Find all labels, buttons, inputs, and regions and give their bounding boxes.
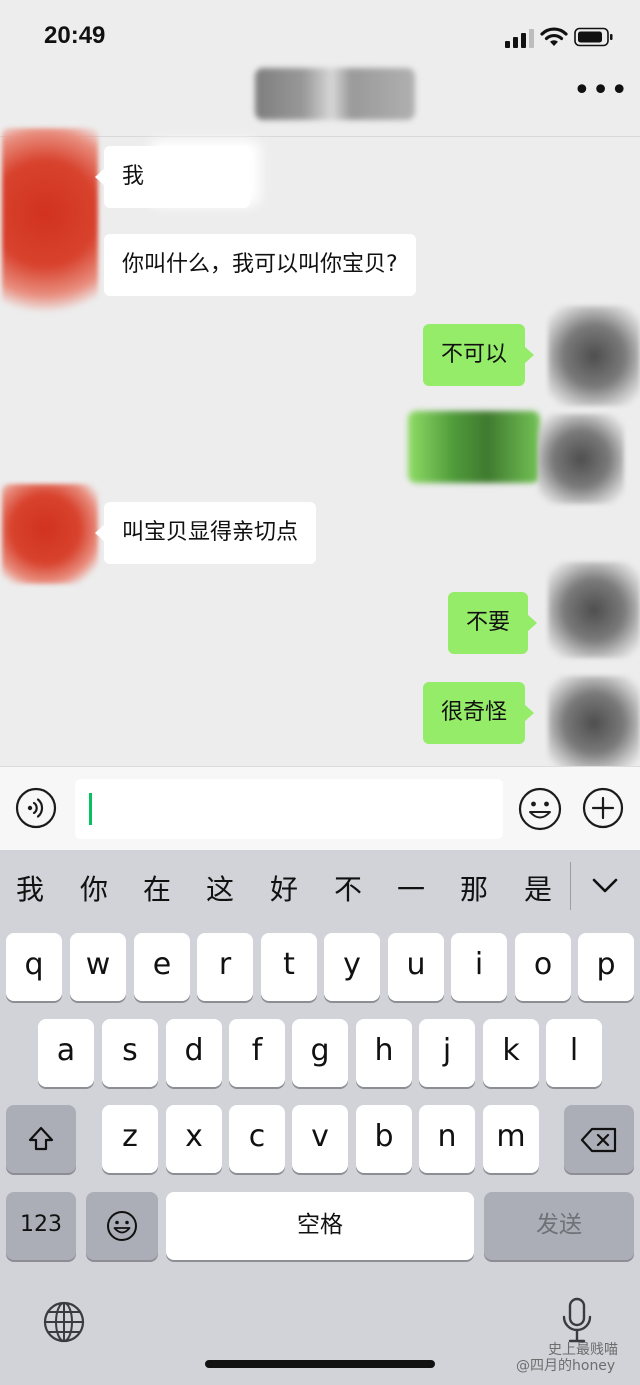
globe-icon[interactable] bbox=[42, 1300, 86, 1344]
candidate-word[interactable]: 不 bbox=[334, 868, 362, 908]
message-input[interactable] bbox=[75, 779, 503, 839]
chat-header: ••• bbox=[0, 60, 640, 137]
status-time: 20:49 bbox=[44, 22, 106, 49]
input-bar bbox=[0, 766, 640, 851]
key-f[interactable]: f bbox=[229, 1019, 285, 1087]
microphone-icon[interactable] bbox=[560, 1297, 594, 1345]
candidate-bar: 我 你 在 这 好 不 一 那 是 bbox=[0, 850, 640, 924]
message-text: 你叫什么，我可以叫你宝贝? bbox=[122, 252, 398, 277]
chevron-down-icon[interactable] bbox=[592, 876, 618, 896]
my-avatar[interactable] bbox=[538, 414, 624, 504]
message-list[interactable]: 我 你叫什么，我可以叫你宝贝? 不可以 叫宝贝显得亲切点 不要 很奇怪 bbox=[0, 128, 640, 770]
text-caret bbox=[89, 793, 92, 825]
message-text: 不要 bbox=[466, 610, 511, 635]
message-bubble-out-redacted[interactable] bbox=[408, 411, 540, 483]
home-indicator bbox=[205, 1360, 435, 1368]
candidate-word[interactable]: 这 bbox=[206, 868, 234, 908]
wifi-icon bbox=[540, 27, 568, 46]
more-options-button[interactable]: ••• bbox=[573, 76, 628, 106]
candidate-word[interactable]: 一 bbox=[397, 868, 425, 908]
key-z[interactable]: z bbox=[102, 1105, 158, 1173]
watermark: 史上最贱喵 @四月的honey bbox=[500, 1342, 618, 1374]
numbers-key[interactable]: 123 bbox=[6, 1192, 76, 1260]
key-x[interactable]: x bbox=[166, 1105, 222, 1173]
message-bubble-out[interactable]: 不可以 bbox=[423, 324, 535, 386]
key-i[interactable]: i bbox=[451, 933, 507, 1001]
message-bubble-in[interactable]: 叫宝贝显得亲切点 bbox=[94, 502, 317, 564]
watermark-line-1: 史上最贱喵 bbox=[548, 1342, 618, 1358]
shift-icon bbox=[28, 1126, 54, 1151]
key-h[interactable]: h bbox=[356, 1019, 412, 1087]
contact-avatar[interactable] bbox=[2, 484, 98, 584]
add-attachment-icon[interactable] bbox=[582, 787, 624, 829]
redacted-overlay bbox=[150, 140, 260, 206]
key-e[interactable]: e bbox=[134, 933, 190, 1001]
space-key[interactable]: 空格 bbox=[166, 1192, 474, 1260]
candidate-word[interactable]: 那 bbox=[460, 868, 488, 908]
key-v[interactable]: v bbox=[292, 1105, 348, 1173]
voice-input-icon[interactable] bbox=[15, 787, 57, 829]
my-avatar[interactable] bbox=[548, 562, 640, 658]
emoji-icon[interactable] bbox=[518, 787, 562, 831]
message-text: 我 bbox=[122, 164, 145, 189]
contact-avatar[interactable] bbox=[2, 128, 98, 318]
candidate-word[interactable]: 你 bbox=[80, 868, 108, 908]
emoji-key[interactable] bbox=[86, 1192, 158, 1260]
key-g[interactable]: g bbox=[292, 1019, 348, 1087]
key-l[interactable]: l bbox=[546, 1019, 602, 1087]
message-text: 叫宝贝显得亲切点 bbox=[122, 520, 299, 545]
emoji-icon bbox=[107, 1211, 137, 1241]
candidate-word[interactable]: 在 bbox=[143, 868, 171, 908]
key-m[interactable]: m bbox=[483, 1105, 539, 1173]
message-text: 很奇怪 bbox=[441, 700, 508, 725]
key-w[interactable]: w bbox=[70, 933, 126, 1001]
key-b[interactable]: b bbox=[356, 1105, 412, 1173]
key-j[interactable]: j bbox=[419, 1019, 475, 1087]
key-o[interactable]: o bbox=[515, 933, 571, 1001]
key-s[interactable]: s bbox=[102, 1019, 158, 1087]
key-t[interactable]: t bbox=[261, 933, 317, 1001]
send-key[interactable]: 发送 bbox=[484, 1192, 634, 1260]
cellular-signal-icon bbox=[505, 29, 534, 48]
key-c[interactable]: c bbox=[229, 1105, 285, 1173]
candidate-word[interactable]: 是 bbox=[524, 868, 552, 908]
keyboard: 我 你 在 这 好 不 一 那 是 q w e r t y u i o p a … bbox=[0, 850, 640, 1385]
message-bubble-out[interactable]: 很奇怪 bbox=[423, 682, 535, 744]
watermark-line-2: @四月的honey bbox=[516, 1358, 616, 1374]
key-y[interactable]: y bbox=[324, 933, 380, 1001]
my-avatar[interactable] bbox=[548, 676, 640, 770]
contact-name-redacted bbox=[255, 68, 415, 120]
candidate-word[interactable]: 好 bbox=[270, 868, 298, 908]
key-d[interactable]: d bbox=[166, 1019, 222, 1087]
backspace-icon bbox=[580, 1127, 617, 1153]
candidate-word[interactable]: 我 bbox=[16, 868, 44, 908]
candidate-divider bbox=[570, 862, 571, 910]
message-text: 不可以 bbox=[441, 342, 508, 367]
key-p[interactable]: p bbox=[578, 933, 634, 1001]
message-bubble-in[interactable]: 你叫什么，我可以叫你宝贝? bbox=[104, 234, 416, 296]
key-u[interactable]: u bbox=[388, 933, 444, 1001]
key-n[interactable]: n bbox=[419, 1105, 475, 1173]
key-r[interactable]: r bbox=[197, 933, 253, 1001]
key-k[interactable]: k bbox=[483, 1019, 539, 1087]
backspace-key[interactable] bbox=[564, 1105, 634, 1173]
message-bubble-out[interactable]: 不要 bbox=[448, 592, 538, 654]
shift-key[interactable] bbox=[6, 1105, 76, 1173]
key-a[interactable]: a bbox=[38, 1019, 94, 1087]
my-avatar[interactable] bbox=[548, 306, 640, 406]
battery-icon bbox=[574, 27, 613, 47]
key-q[interactable]: q bbox=[6, 933, 62, 1001]
